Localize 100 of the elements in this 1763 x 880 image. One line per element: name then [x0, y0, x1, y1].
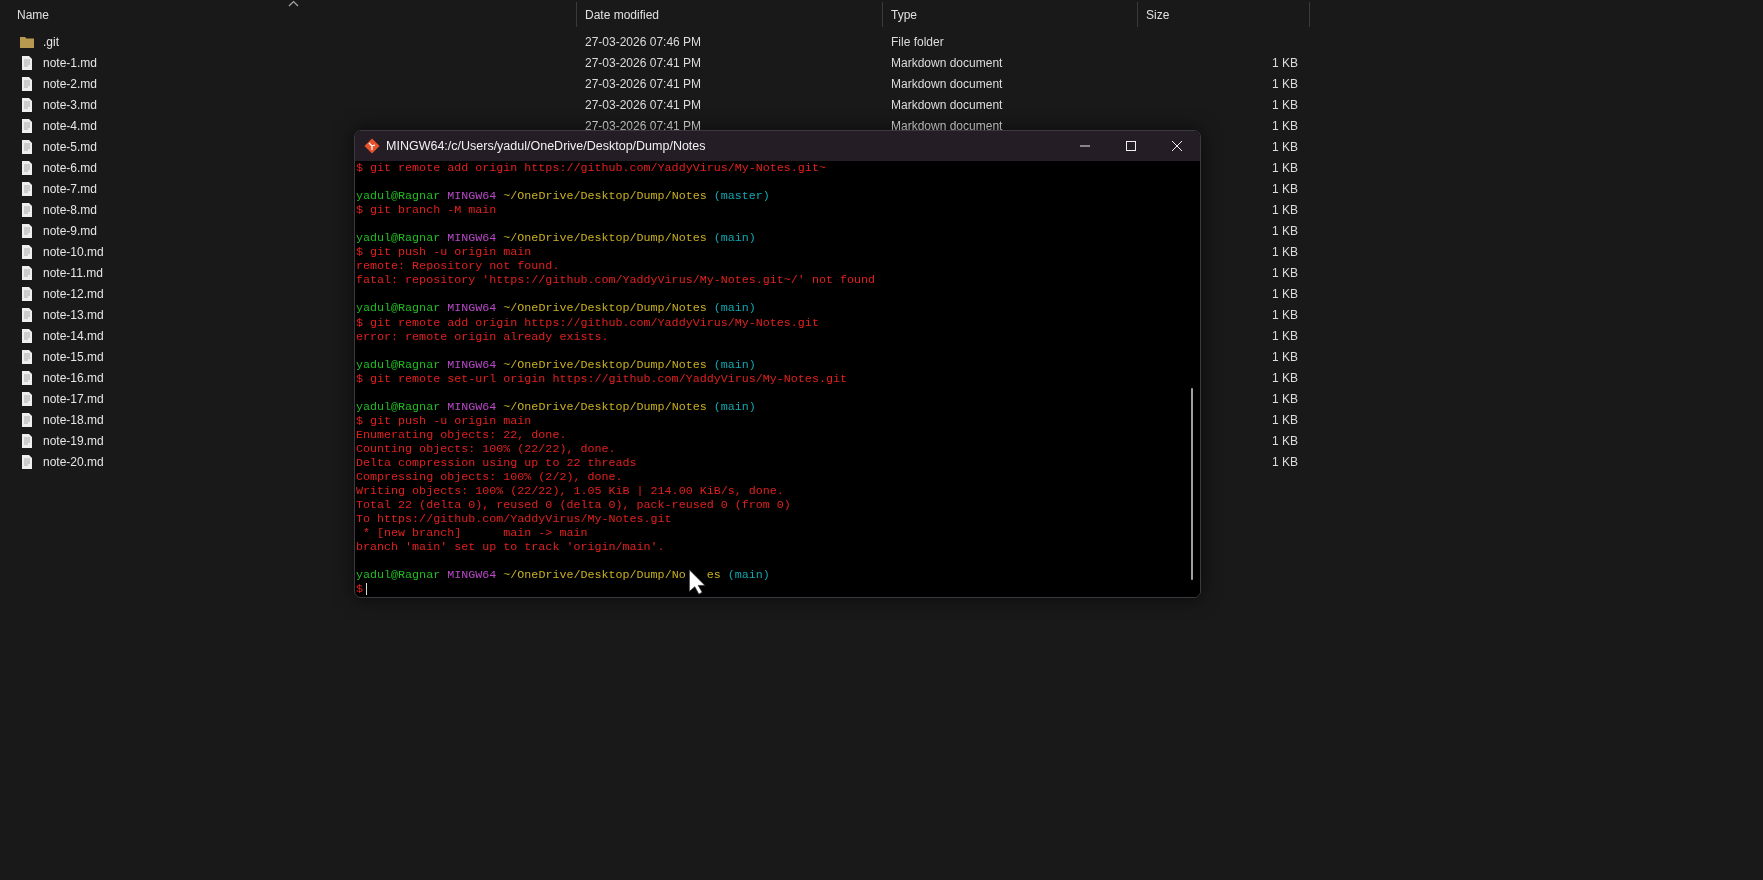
- file-size: 1 KB: [1272, 244, 1298, 259]
- document-icon: [19, 117, 35, 134]
- file-type: File folder: [891, 34, 944, 49]
- output-line: Total 22 (delta 0), reused 0 (delta 0), pack-reused 0 (from 0): [356, 498, 791, 513]
- file-name[interactable]: note-11.md: [43, 265, 103, 280]
- output-line: Writing objects: 100% (22/22), 1.05 KiB | 214.00 KiB/s, done.: [356, 484, 784, 499]
- document-icon: [19, 348, 35, 365]
- file-size: 1 KB: [1272, 76, 1298, 91]
- document-icon: [19, 222, 35, 239]
- prompt-line: yadul@Ragnar MINGW64 ~/OneDrive/Desktop/Dump/Notes (main): [356, 399, 756, 414]
- document-icon: [19, 285, 35, 302]
- file-type: Markdown document: [891, 55, 1003, 70]
- close-icon: [1171, 140, 1183, 152]
- file-name[interactable]: note-19.md: [43, 433, 104, 448]
- document-icon: [19, 54, 35, 71]
- column-header[interactable]: Size: [1138, 2, 1310, 27]
- file-size: 1 KB: [1272, 454, 1298, 469]
- output-line: Compressing objects: 100% (2/2), done.: [356, 470, 623, 485]
- document-icon: [19, 180, 35, 197]
- date-modified: 27-03-2026 07:41 PM: [585, 55, 702, 70]
- document-icon: [19, 369, 35, 386]
- output-line: branch 'main' set up to track 'origin/main'.: [356, 540, 665, 555]
- column-header[interactable]: Type: [883, 2, 1138, 27]
- document-icon: [19, 243, 35, 260]
- document-icon: [19, 327, 35, 344]
- file-name[interactable]: note-8.md: [43, 202, 98, 217]
- output-line: $ git remote add origin https://github.com/YaddyVirus/My-Notes.git~: [356, 161, 826, 175]
- file-size: 1 KB: [1272, 55, 1298, 70]
- window-title: MINGW64:/c/Users/yadul/OneDrive/Desktop/Dump/Notes: [386, 139, 707, 153]
- file-type: Markdown document: [891, 97, 1003, 112]
- date-modified: 27-03-2026 07:41 PM: [585, 97, 702, 112]
- output-line: $ git push -u origin main: [356, 245, 532, 260]
- file-name[interactable]: note-3.md: [43, 97, 98, 112]
- output-line: Counting objects: 100% (22/22), done.: [356, 441, 616, 456]
- sort-icon: [288, 0, 299, 7]
- file-name[interactable]: note-14.md: [43, 328, 104, 343]
- file-size: 1 KB: [1272, 370, 1298, 385]
- date-modified: 27-03-2026 07:41 PM: [585, 76, 702, 91]
- document-icon: [19, 264, 35, 281]
- file-name[interactable]: note-2.md: [43, 76, 98, 91]
- file-size: 1 KB: [1272, 307, 1298, 322]
- output-line: fatal: repository 'https://github.com/YaddyVirus/My-Notes.git~/' not found: [356, 273, 875, 288]
- scrollbar-thumb[interactable]: [1191, 388, 1193, 580]
- document-icon: [19, 75, 35, 92]
- document-icon: [19, 432, 35, 449]
- output-line: $ git branch -M main: [356, 203, 497, 218]
- prompt-line: yadul@Ragnar MINGW64 ~/OneDrive/Desktop/Dump/Notes (main): [356, 357, 756, 372]
- prompt-line: yadul@Ragnar MINGW64 ~/OneDrive/Desktop/Dump/Notes (main): [356, 301, 756, 316]
- file-size: 1 KB: [1272, 391, 1298, 406]
- file-name[interactable]: note-7.md: [43, 181, 98, 196]
- document-icon: [19, 138, 35, 155]
- output-line: Enumerating objects: 22, done.: [356, 427, 567, 442]
- output-line: Delta compression using up to 22 threads: [356, 456, 637, 470]
- prompt-line: yadul@Ragnar MINGW64 ~/OneDrive/Desktop/Dump/No: [356, 568, 686, 583]
- file-name[interactable]: note-16.md: [43, 370, 104, 385]
- file-name[interactable]: note-13.md: [43, 307, 104, 322]
- pointer-icon: [688, 568, 707, 596]
- document-icon: [19, 159, 35, 176]
- output-line: $ git remote add origin https://github.com/YaddyVirus/My-Notes.git: [356, 315, 819, 330]
- output-line: error: remote origin already exists.: [356, 329, 609, 344]
- output-line: remote: Repository not found.: [356, 259, 560, 274]
- file-size: 1 KB: [1272, 139, 1298, 154]
- column-header[interactable]: Date modified: [577, 2, 883, 27]
- document-icon: [19, 306, 35, 323]
- file-name[interactable]: note-12.md: [43, 286, 104, 301]
- file-size: 1 KB: [1272, 223, 1298, 238]
- output-line: To https://github.com/YaddyVirus/My-Notes.git: [356, 512, 672, 527]
- file-name[interactable]: note-4.md: [43, 118, 98, 133]
- file-name[interactable]: .git: [43, 34, 59, 49]
- prompt-line: yadul@Ragnar MINGW64 ~/OneDrive/Desktop/Dump/Notes (master): [356, 189, 770, 204]
- file-size: 1 KB: [1272, 202, 1298, 217]
- file-size: 1 KB: [1272, 181, 1298, 196]
- column-header[interactable]: Name: [0, 2, 577, 27]
- document-icon: [19, 390, 35, 407]
- document-icon: [19, 411, 35, 428]
- input-line[interactable]: $: [356, 582, 367, 597]
- file-name[interactable]: note-9.md: [43, 223, 98, 238]
- file-size: 1 KB: [1272, 160, 1298, 175]
- file-name[interactable]: note-15.md: [43, 349, 104, 364]
- maximize-icon: [1125, 140, 1137, 152]
- file-size: 1 KB: [1272, 412, 1298, 427]
- file-name[interactable]: note-18.md: [43, 412, 104, 427]
- file-size: 1 KB: [1272, 118, 1298, 133]
- file-type: Markdown document: [891, 118, 1003, 133]
- output-line: $ git remote set-url origin https://github.com/YaddyVirus/My-Notes.git: [356, 371, 847, 386]
- output-line: $ git push -u origin main: [356, 413, 532, 428]
- file-name[interactable]: note-5.md: [43, 139, 98, 154]
- document-icon: [19, 453, 35, 470]
- file-size: 1 KB: [1272, 328, 1298, 343]
- file-name[interactable]: note-6.md: [43, 160, 98, 175]
- file-name[interactable]: note-17.md: [43, 391, 104, 406]
- file-name[interactable]: note-20.md: [43, 454, 104, 469]
- file-size: 1 KB: [1272, 97, 1298, 112]
- file-size: 1 KB: [1272, 265, 1298, 280]
- diamond-icon: [364, 138, 380, 154]
- document-icon: [19, 201, 35, 218]
- file-name[interactable]: note-1.md: [43, 55, 98, 70]
- file-name[interactable]: note-10.md: [43, 244, 104, 259]
- prompt-line: yadul@Ragnar MINGW64 ~/OneDrive/Desktop/Dump/Notes (main): [356, 231, 756, 246]
- file-size: 1 KB: [1272, 349, 1298, 364]
